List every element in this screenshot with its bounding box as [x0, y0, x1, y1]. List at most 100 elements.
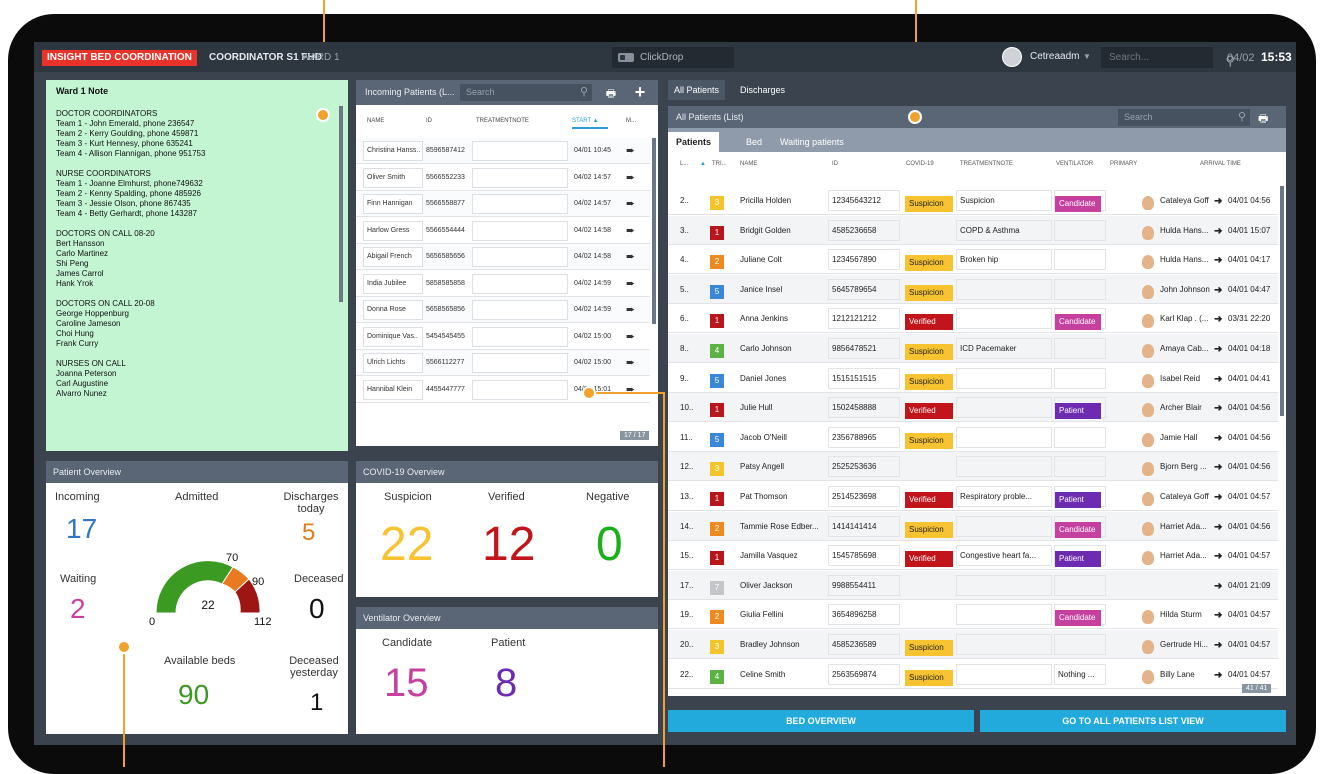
incoming-name: Harlow Gress: [367, 226, 410, 234]
move-in-icon[interactable]: ➨: [626, 144, 635, 157]
incoming-row[interactable]: Oliver Smith 5566552233 04/02 14:57 ➨: [356, 165, 650, 191]
col-id[interactable]: ID: [426, 118, 432, 124]
available-beds-value[interactable]: 90: [178, 679, 209, 711]
ventilator-text: Nothing ...: [1058, 669, 1095, 679]
deceased-value[interactable]: 0: [309, 593, 325, 625]
move-in-icon[interactable]: ➨: [626, 330, 635, 343]
incoming-row[interactable]: Donna Rose 5658565856 04/02 14:59 ➨: [356, 297, 650, 323]
all-patients-list-button[interactable]: GO TO ALL PATIENTS LIST VIEW: [980, 710, 1286, 732]
col-name[interactable]: NAME: [367, 118, 384, 124]
print-icon[interactable]: 🖶: [602, 85, 620, 100]
clickdrop-toggle[interactable]: ClickDrop: [612, 47, 734, 68]
note-section: DOCTORS ON CALL 20-08 George Hoppenburg Ca…: [56, 299, 328, 349]
col-m[interactable]: M...: [626, 118, 636, 124]
candidate-value[interactable]: 15: [384, 661, 429, 706]
user-avatar[interactable]: [1002, 47, 1022, 67]
patient-row[interactable]: 5.. 5 Janice Insel 5645789654 Suspicion John …: [668, 274, 1278, 304]
user-name[interactable]: Cetreaadm: [1030, 50, 1079, 64]
ventilator-badge: Patient: [1055, 492, 1101, 508]
app-brand[interactable]: INSIGHT BED COORDINATION: [42, 50, 197, 66]
incoming-search-input[interactable]: Search ⚲: [460, 84, 592, 101]
incoming-row[interactable]: Hannibal Klein445544777704/02 15:01➨: [356, 377, 650, 403]
incoming-row[interactable]: Finn Hannigan 5566558877 04/02 14:57 ➨: [356, 191, 650, 217]
col-covid[interactable]: COVID-19: [906, 161, 934, 167]
col-treatmentnote[interactable]: TREATMENTNOTE: [476, 118, 529, 124]
chevron-down-icon[interactable]: ▼: [1083, 50, 1091, 64]
col-start[interactable]: START ▲: [572, 118, 608, 129]
incoming-count-value[interactable]: 17: [66, 513, 97, 545]
incoming-name: Abigail French: [367, 253, 412, 260]
suspicion-value[interactable]: 22: [380, 517, 433, 572]
col-ventilator[interactable]: VENTILATOR: [1056, 161, 1093, 167]
ward-note-scrollbar[interactable]: [339, 106, 343, 302]
patient-row[interactable]: 2.. 3 Pricilla Holden 12345643212 Suspicion S…: [668, 186, 1278, 215]
patient-row[interactable]: 12.. 3 Patsy Angell 2525253636 Bjorn Berg ..…: [668, 452, 1278, 482]
move-in-icon[interactable]: ➨: [626, 303, 635, 316]
subtab-bed[interactable]: Bed: [738, 132, 770, 152]
col-triage[interactable]: TRI...: [712, 161, 727, 167]
move-in-icon[interactable]: ➨: [626, 356, 635, 369]
patient-row[interactable]: 20.. 3 Bradley Johnson 4585236589 Suspicion G…: [668, 630, 1278, 659]
col-name[interactable]: NAME: [740, 161, 757, 167]
ward-note-panel[interactable]: Ward 1 Note DOCTOR COORDINATORS Team 1 - …: [46, 80, 348, 451]
patient-row[interactable]: 8.. 4 Carlo Johnson 9856478521 Suspicion ICD …: [668, 334, 1278, 363]
col-arrival-time[interactable]: ARRIVAL TIME: [1200, 161, 1241, 167]
search-icon[interactable]: ⚲: [580, 84, 588, 101]
add-icon[interactable]: +: [630, 81, 650, 103]
patient-row[interactable]: 11.. 5 Jacob O'Neill 2356788965 Suspicion Jam…: [668, 423, 1278, 452]
subtab-waiting-patients[interactable]: Waiting patients: [772, 132, 852, 152]
col-primary[interactable]: PRIMARY: [1110, 161, 1137, 167]
patient-row[interactable]: 19.. 2 Giulia Fellini 3654896258 Candidate Hi…: [668, 600, 1278, 630]
col-id[interactable]: ID: [832, 161, 838, 167]
move-in-icon[interactable]: ➨: [626, 277, 635, 290]
move-in-icon[interactable]: ➨: [626, 171, 635, 184]
patient-row[interactable]: 14.. 2 Tammie Rose Edber... 1414141414 Suspi…: [668, 511, 1278, 541]
patient-row[interactable]: 9.. 5 Daniel Jones 1515151515 Suspicion Isabe…: [668, 364, 1278, 393]
incoming-id: 5658565856: [426, 306, 465, 313]
tab-discharges[interactable]: Discharges: [734, 80, 791, 100]
patient-row[interactable]: 3.. 1 Bridgit Golden 4585236658 COPD & Asthm…: [668, 215, 1278, 245]
patient-name: Carlo Johnson: [740, 344, 792, 353]
waiting-value[interactable]: 2: [70, 593, 86, 625]
verified-value[interactable]: 12: [482, 517, 535, 572]
patient-row[interactable]: 10.. 1 Julie Hull 1502458888 Verified Patient…: [668, 393, 1278, 423]
subtab-patients[interactable]: Patients: [668, 132, 720, 152]
incoming-scrollbar[interactable]: [652, 138, 656, 324]
tab-all-patients[interactable]: All Patients: [668, 80, 726, 100]
toggle-icon[interactable]: [618, 53, 634, 62]
patients-search-input[interactable]: Search ⚲: [1118, 109, 1250, 126]
patient-value[interactable]: 8: [495, 661, 517, 706]
ward-label[interactable]: WARD 1: [301, 50, 340, 66]
incoming-row[interactable]: India Jubilee 5858585858 04/02 14:59 ➨: [356, 271, 650, 297]
admitted-label: Admitted: [175, 491, 219, 503]
col-treatmentnote[interactable]: TREATMENTNOTE: [960, 161, 1013, 167]
patients-scrollbar[interactable]: [1280, 186, 1284, 416]
col-location[interactable]: L...: [680, 161, 688, 167]
arrival-icon: ➜: [1214, 314, 1223, 326]
sort-asc-icon[interactable]: ▲: [700, 161, 706, 167]
print-icon[interactable]: 🖶: [1258, 110, 1268, 129]
deceased-yesterday-value[interactable]: 1: [310, 689, 323, 717]
patient-row[interactable]: 13.. 1 Pat Thomson 2514523698 Verified Respir…: [668, 482, 1278, 511]
patient-row[interactable]: 6.. 1 Anna Jenkins 1212121212 Verified Candid…: [668, 304, 1278, 334]
patient-row[interactable]: 22.. 4 Celine Smith 2563569874 Suspicion Noth…: [668, 660, 1278, 689]
move-in-icon[interactable]: ➨: [626, 250, 635, 263]
patient-subtabs: Patients Bed Waiting patients: [668, 128, 1286, 152]
search-icon[interactable]: ⚲: [1238, 109, 1246, 126]
patient-row[interactable]: 15.. 1 Jamilla Vasquez 1545785698 Verified Co…: [668, 541, 1278, 571]
bed-overview-button[interactable]: BED OVERVIEW: [668, 710, 974, 732]
patient-row[interactable]: 17.. 7 Oliver Jackson 9988554411 ➜ 04/01 21:0…: [668, 570, 1278, 600]
global-search-input[interactable]: Search... ⚲: [1101, 47, 1235, 68]
patient-primary: Hulda Hans...: [1160, 225, 1209, 235]
incoming-row[interactable]: Harlow Gress 5566554444 04/02 14:58 ➨: [356, 218, 650, 244]
col-start-label: START: [572, 118, 592, 124]
negative-value[interactable]: 0: [596, 517, 623, 572]
patient-row[interactable]: 4.. 2 Juliane Colt 1234567890 Suspicion Broke…: [668, 245, 1278, 275]
move-in-icon[interactable]: ➨: [626, 197, 635, 210]
discharges-value[interactable]: 5: [302, 519, 315, 547]
incoming-row[interactable]: Ulrich Lichts 5566112277 04/02 15:00 ➨: [356, 350, 650, 376]
incoming-row[interactable]: Christina Hanss.. 8596587412 04/01 10:45 ➨: [356, 138, 650, 164]
incoming-row[interactable]: Dominique Vas.. 5454545455 04/02 15:00 ➨: [356, 324, 650, 350]
incoming-row[interactable]: Abigail French 5656585656 04/02 14:58 ➨: [356, 244, 650, 270]
move-in-icon[interactable]: ➨: [626, 224, 635, 237]
